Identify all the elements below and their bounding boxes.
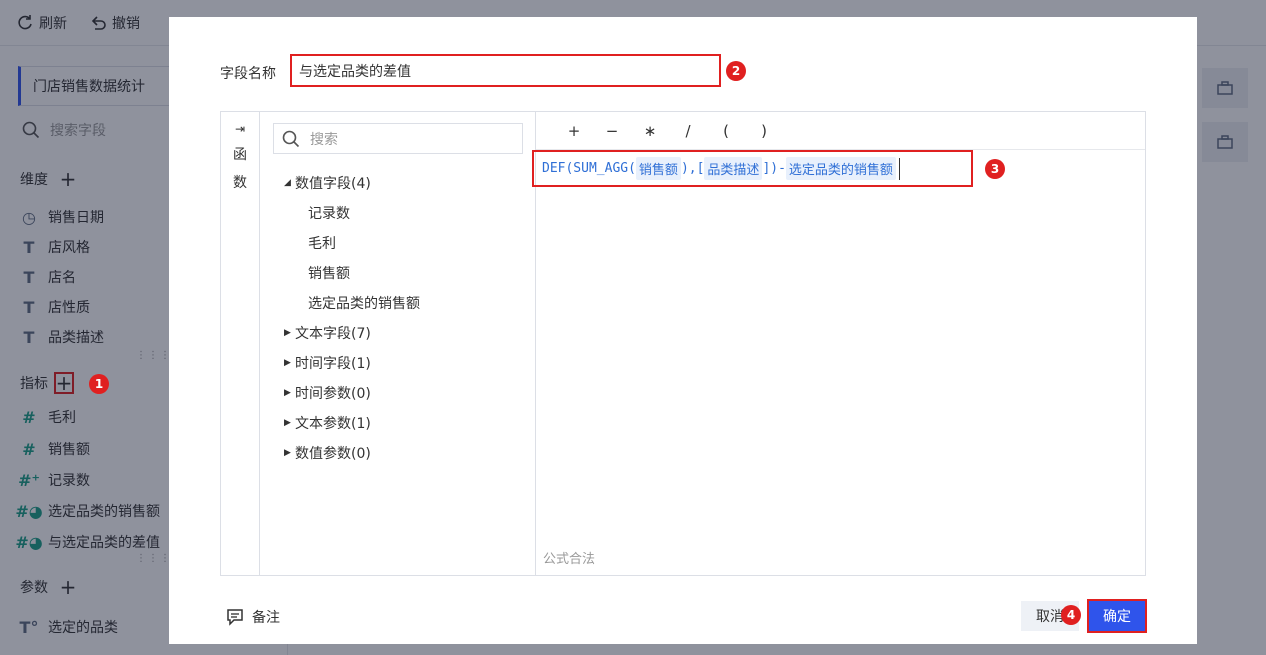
function-rail-char: 函 [233, 147, 247, 163]
divide-operator-button[interactable]: / [680, 122, 696, 140]
tree-leaf[interactable]: 毛利 [308, 233, 336, 253]
tree-node[interactable]: ▶ 时间字段(1) [284, 353, 371, 373]
tree-node-label: 文本字段(7) [295, 326, 371, 342]
function-rail[interactable]: ⇥ 函 数 [221, 112, 260, 575]
expand-triangle-icon: ▶ [284, 448, 291, 458]
formula-token: DEF(SUM_AGG( [542, 161, 636, 176]
step-marker-2: 2 [726, 61, 746, 81]
step-marker-1: 1 [89, 374, 109, 394]
confirm-button[interactable]: 确定 [1087, 599, 1147, 633]
formula-input[interactable]: DEF(SUM_AGG( 销售额 ),[ 品类描述 ])- 选定品类的销售额 [532, 150, 973, 187]
remark-button[interactable]: 备注 [226, 607, 280, 627]
field-tree: 搜索 ◢ 数值字段(4) 记录数 毛利 销售额 选定品类的销售额 ▶ 文本字段(7)… [260, 112, 536, 575]
formula-token: ])- [762, 161, 786, 176]
multiply-operator-button[interactable]: ∗ [642, 122, 658, 140]
expand-triangle-icon: ▶ [284, 418, 291, 428]
tree-node-label: 文本参数(1) [295, 416, 371, 432]
formula-field-chip[interactable]: 选定品类的销售额 [785, 157, 896, 180]
field-name-input[interactable]: 与选定品类的差值 [290, 54, 721, 87]
left-paren-button[interactable]: ( [718, 122, 734, 140]
formula-editor: ⇥ 函 数 搜索 ◢ 数值字段(4) 记录数 毛利 销售额 选定品类的销售额 ▶ 文… [220, 111, 1146, 576]
tree-node[interactable]: ▶ 数值参数(0) [284, 443, 371, 463]
step-marker-4: 4 [1061, 605, 1081, 625]
tree-node[interactable]: ▶ 文本参数(1) [284, 413, 371, 433]
right-paren-button[interactable]: ) [756, 122, 772, 140]
tree-node-label: 数值参数(0) [295, 446, 371, 462]
tree-leaf[interactable]: 选定品类的销售额 [308, 293, 420, 313]
expand-triangle-icon: ▶ [284, 358, 291, 368]
tree-node[interactable]: ▶ 时间参数(0) [284, 383, 371, 403]
step-marker-3: 3 [985, 159, 1005, 179]
text-caret [898, 157, 900, 180]
tree-node[interactable]: ◢ 数值字段(4) [284, 173, 371, 193]
tree-node[interactable]: ▶ 文本字段(7) [284, 323, 371, 343]
tree-search-placeholder: 搜索 [310, 131, 338, 148]
remark-label: 备注 [252, 610, 280, 626]
plus-operator-button[interactable]: + [566, 122, 582, 140]
calc-field-dialog: 字段名称 与选定品类的差值 2 ⇥ 函 数 搜索 ◢ 数值字段(4) 记录数 毛利… [169, 17, 1197, 644]
tree-leaf[interactable]: 销售额 [308, 263, 350, 283]
minus-operator-button[interactable]: − [604, 122, 620, 140]
tree-node-label: 时间字段(1) [295, 356, 371, 372]
expand-triangle-icon: ▶ [284, 388, 291, 398]
tree-node-label: 时间参数(0) [295, 386, 371, 402]
formula-field-chip[interactable]: 品类描述 [704, 157, 763, 180]
formula-field-chip[interactable]: 销售额 [635, 157, 681, 180]
tree-search-input[interactable]: 搜索 [273, 123, 523, 154]
expand-triangle-icon: ▶ [284, 328, 291, 338]
collapse-triangle-icon: ◢ [284, 178, 291, 188]
search-icon [282, 130, 300, 147]
expand-arrow-icon: ⇥ [234, 122, 246, 136]
formula-token: ),[ [680, 161, 705, 176]
operator-bar: + − ∗ / ( ) [536, 112, 1145, 150]
tree-node-label: 数值字段(4) [295, 176, 371, 192]
tree-leaf[interactable]: 记录数 [308, 203, 350, 223]
formula-column: + − ∗ / ( ) DEF(SUM_AGG( 销售额 ),[ 品类描述 ])… [532, 112, 1145, 575]
comment-icon [227, 609, 243, 626]
validation-status: 公式合法 [543, 552, 596, 567]
function-rail-char: 数 [233, 175, 247, 191]
field-name-label: 字段名称 [220, 66, 276, 82]
